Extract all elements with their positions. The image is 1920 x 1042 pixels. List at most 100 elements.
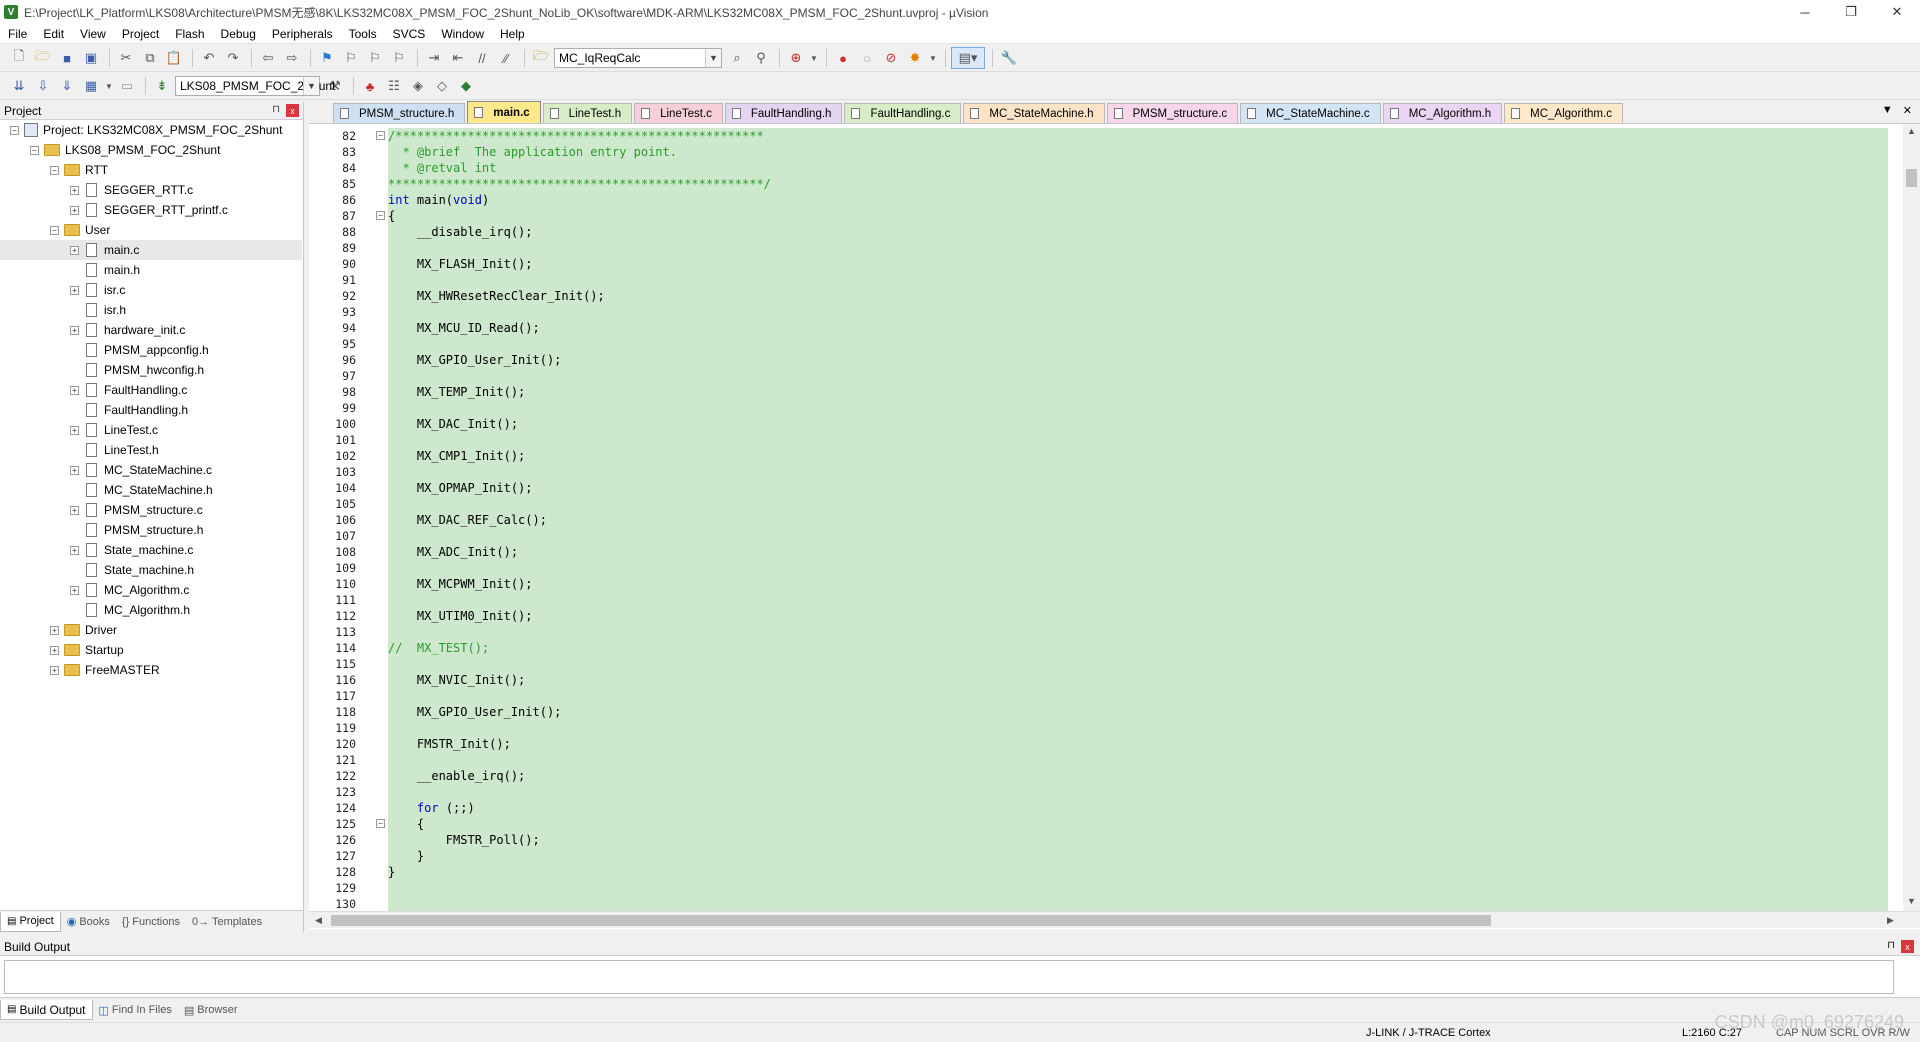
copy-icon[interactable]: ⧉ xyxy=(139,47,161,69)
code-line[interactable]: MX_HWResetRecClear_Init(); xyxy=(388,288,605,304)
dropdown-small-icon[interactable]: ▼ xyxy=(809,47,819,69)
nav-back-icon[interactable]: ⇦ xyxy=(257,47,279,69)
tree-item-freemaster[interactable]: + FreeMASTER xyxy=(0,660,302,680)
code-line[interactable]: int main(void) xyxy=(388,192,489,208)
code-line[interactable]: MX_FLASH_Init(); xyxy=(388,256,533,272)
code-line[interactable]: // MX_TEST(); xyxy=(388,640,489,656)
tree-item-main-c[interactable]: + main.c xyxy=(0,240,302,260)
redo-icon[interactable]: ↷ xyxy=(222,47,244,69)
expand-icon[interactable]: + xyxy=(50,665,59,675)
tab-linetest-c[interactable]: LineTest.c xyxy=(634,103,723,123)
code-line[interactable]: MX_MCU_ID_Read(); xyxy=(388,320,540,336)
code-line[interactable]: MX_GPIO_User_Init(); xyxy=(388,352,562,368)
indent-icon[interactable]: ⇥ xyxy=(423,47,445,69)
tab-mc-statemachine-c[interactable]: MC_StateMachine.c xyxy=(1240,103,1381,123)
tree-item-isr-c[interactable]: + isr.c xyxy=(0,280,302,300)
build-icon[interactable]: ⇩ xyxy=(32,75,54,97)
menu-edit[interactable]: Edit xyxy=(35,27,72,41)
tree-item-pmsm-structure-c[interactable]: + PMSM_structure.c xyxy=(0,500,302,520)
translate-icon[interactable]: ⇊ xyxy=(8,75,30,97)
chevron-down-icon[interactable]: ▼ xyxy=(705,49,721,67)
tab-mc-algorithm-c[interactable]: MC_Algorithm.c xyxy=(1504,103,1623,123)
tab-templates[interactable]: 0→ Templates xyxy=(186,912,268,932)
menu-tools[interactable]: Tools xyxy=(341,27,385,41)
open-file-icon[interactable]: 🗁 xyxy=(32,47,54,69)
tab-project[interactable]: ▤ Project xyxy=(0,911,61,932)
expand-icon[interactable]: + xyxy=(50,625,59,635)
collapse-icon[interactable]: − xyxy=(10,125,19,135)
clear-bookmarks-icon[interactable]: ⚐ xyxy=(388,47,410,69)
dropdown-small-icon-2[interactable]: ▼ xyxy=(928,47,938,69)
menu-window[interactable]: Window xyxy=(433,27,492,41)
code-line[interactable]: MX_MCPWM_Init(); xyxy=(388,576,533,592)
menu-debug[interactable]: Debug xyxy=(213,27,264,41)
code-line[interactable]: MX_GPIO_User_Init(); xyxy=(388,704,562,720)
breakpoint-icon[interactable]: ● xyxy=(832,47,854,69)
collapse-icon[interactable]: − xyxy=(50,225,59,235)
minimize-button[interactable]: ─ xyxy=(1782,0,1828,24)
tab-mc-algorithm-h[interactable]: MC_Algorithm.h xyxy=(1382,103,1503,123)
incremental-find-icon[interactable]: ⌕ xyxy=(726,47,748,69)
code-line[interactable]: MX_DAC_REF_Calc(); xyxy=(388,512,547,528)
restore-button[interactable]: ❐ xyxy=(1828,0,1874,24)
scroll-up-icon[interactable]: ▲ xyxy=(1907,126,1916,136)
configure-icon[interactable]: 🔧 xyxy=(998,47,1020,69)
code-line[interactable]: FMSTR_Poll(); xyxy=(388,832,540,848)
code-line[interactable]: ****************************************… xyxy=(388,176,771,192)
bookmark-icon[interactable]: ⚑ xyxy=(316,47,338,69)
code-line[interactable]: { xyxy=(388,208,395,224)
undo-icon[interactable]: ↶ xyxy=(198,47,220,69)
tree-item-state-machine-c[interactable]: + State_machine.c xyxy=(0,540,302,560)
kill-all-breakpoints-icon[interactable]: ✸ xyxy=(904,47,926,69)
pin-icon[interactable]: ⊓ xyxy=(272,104,280,117)
tab-pmsm-structure-c[interactable]: PMSM_structure.c xyxy=(1106,103,1239,123)
expand-icon[interactable]: + xyxy=(70,585,79,595)
tab-main-c[interactable]: main.c xyxy=(467,101,541,123)
find-in-files-icon[interactable]: 🗁 xyxy=(530,47,552,69)
batch-build-icon[interactable]: ▦ xyxy=(80,75,102,97)
collapse-icon[interactable]: − xyxy=(50,165,59,175)
expand-icon[interactable]: + xyxy=(50,645,59,655)
download-icon[interactable]: ⇟ xyxy=(151,75,173,97)
tree-item-linetest-c[interactable]: + LineTest.c xyxy=(0,420,302,440)
prev-bookmark-icon[interactable]: ⚐ xyxy=(340,47,362,69)
expand-icon[interactable]: + xyxy=(70,325,79,335)
code-line[interactable]: MX_OPMAP_Init(); xyxy=(388,480,533,496)
tab-books[interactable]: ◉ Books xyxy=(61,912,116,932)
pack-installer-icon[interactable]: ◇ xyxy=(431,75,453,97)
stop-build-icon[interactable]: ▭ xyxy=(116,75,138,97)
menu-flash[interactable]: Flash xyxy=(167,27,212,41)
target-combo[interactable]: LKS08_PMSM_FOC_2Shunt ▼ xyxy=(175,76,335,96)
menu-view[interactable]: View xyxy=(72,27,114,41)
tab-list-icon[interactable]: ▼ xyxy=(1882,104,1893,117)
tree-item-faulthandling-c[interactable]: + FaultHandling.c xyxy=(0,380,302,400)
code-line[interactable]: * @retval int xyxy=(388,160,496,176)
code-line[interactable]: MX_TEMP_Init(); xyxy=(388,384,525,400)
code-line[interactable]: __enable_irq(); xyxy=(388,768,525,784)
select-packs-icon[interactable]: ◈ xyxy=(407,75,429,97)
menu-peripherals[interactable]: Peripherals xyxy=(264,27,341,41)
scroll-right-icon[interactable]: ▶ xyxy=(1887,915,1894,926)
code-line[interactable]: { xyxy=(388,816,424,832)
tree-item-rtt[interactable]: − RTT xyxy=(0,160,302,180)
horizontal-scrollbar[interactable]: ◀ ▶ xyxy=(309,911,1920,928)
tree-item-mc-statemachine-c[interactable]: + MC_StateMachine.c xyxy=(0,460,302,480)
expand-icon[interactable]: + xyxy=(70,505,79,515)
tab-find-in-files[interactable]: ◫ Find In Files xyxy=(93,1000,178,1020)
disable-breakpoint-icon[interactable]: ○ xyxy=(856,47,878,69)
tab-faulthandling-h[interactable]: FaultHandling.h xyxy=(724,103,843,123)
tree-item-mc-algorithm-h[interactable]: MC_Algorithm.h xyxy=(0,600,302,620)
tree-item-linetest-h[interactable]: LineTest.h xyxy=(0,440,302,460)
code-line[interactable]: } xyxy=(388,848,424,864)
scroll-down-icon[interactable]: ▼ xyxy=(1907,896,1916,906)
expand-icon[interactable]: + xyxy=(70,245,79,255)
expand-icon[interactable]: + xyxy=(70,385,79,395)
tree-item-mc-statemachine-h[interactable]: MC_StateMachine.h xyxy=(0,480,302,500)
tree-item-faulthandling-h[interactable]: FaultHandling.h xyxy=(0,400,302,420)
uncomment-icon[interactable]: ⁄⁄ xyxy=(495,47,517,69)
unindent-icon[interactable]: ⇤ xyxy=(447,47,469,69)
manage-project-items-icon[interactable]: ☷ xyxy=(383,75,405,97)
build-output-pane[interactable] xyxy=(0,956,1920,998)
menu-help[interactable]: Help xyxy=(492,27,533,41)
tab-mc-statemachine-h[interactable]: MC_StateMachine.h xyxy=(963,103,1105,123)
